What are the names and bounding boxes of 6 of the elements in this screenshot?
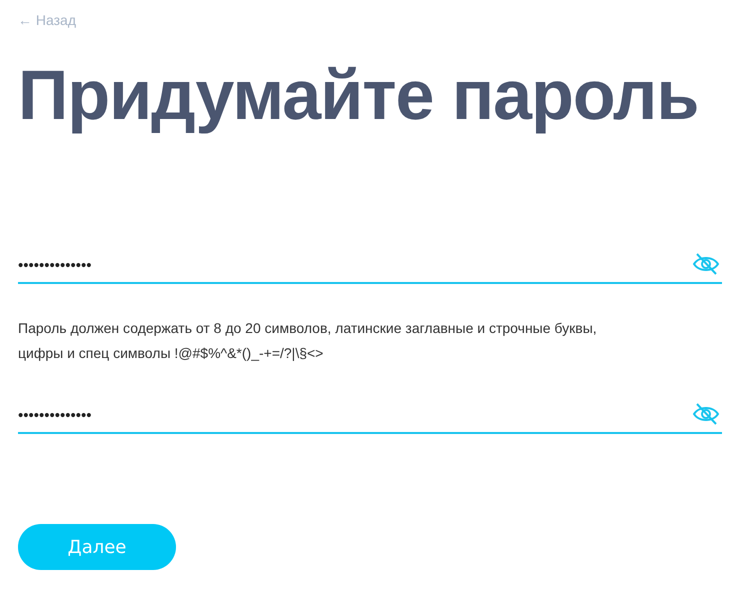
password-field[interactable]: •••••••••••••• (18, 394, 722, 434)
eye-slash-icon[interactable] (692, 402, 720, 426)
eye-slash-icon[interactable] (692, 252, 720, 276)
password-field[interactable]: •••••••••••••• (18, 244, 722, 284)
page-title: Придумайте пароль (18, 55, 698, 136)
password-hint: Пароль должен содержать от 8 до 20 символов, латинские заглавные и строчные буквы, цифры и спец символы !@#$%^&*()_-+=/?|\§<> (18, 319, 598, 363)
